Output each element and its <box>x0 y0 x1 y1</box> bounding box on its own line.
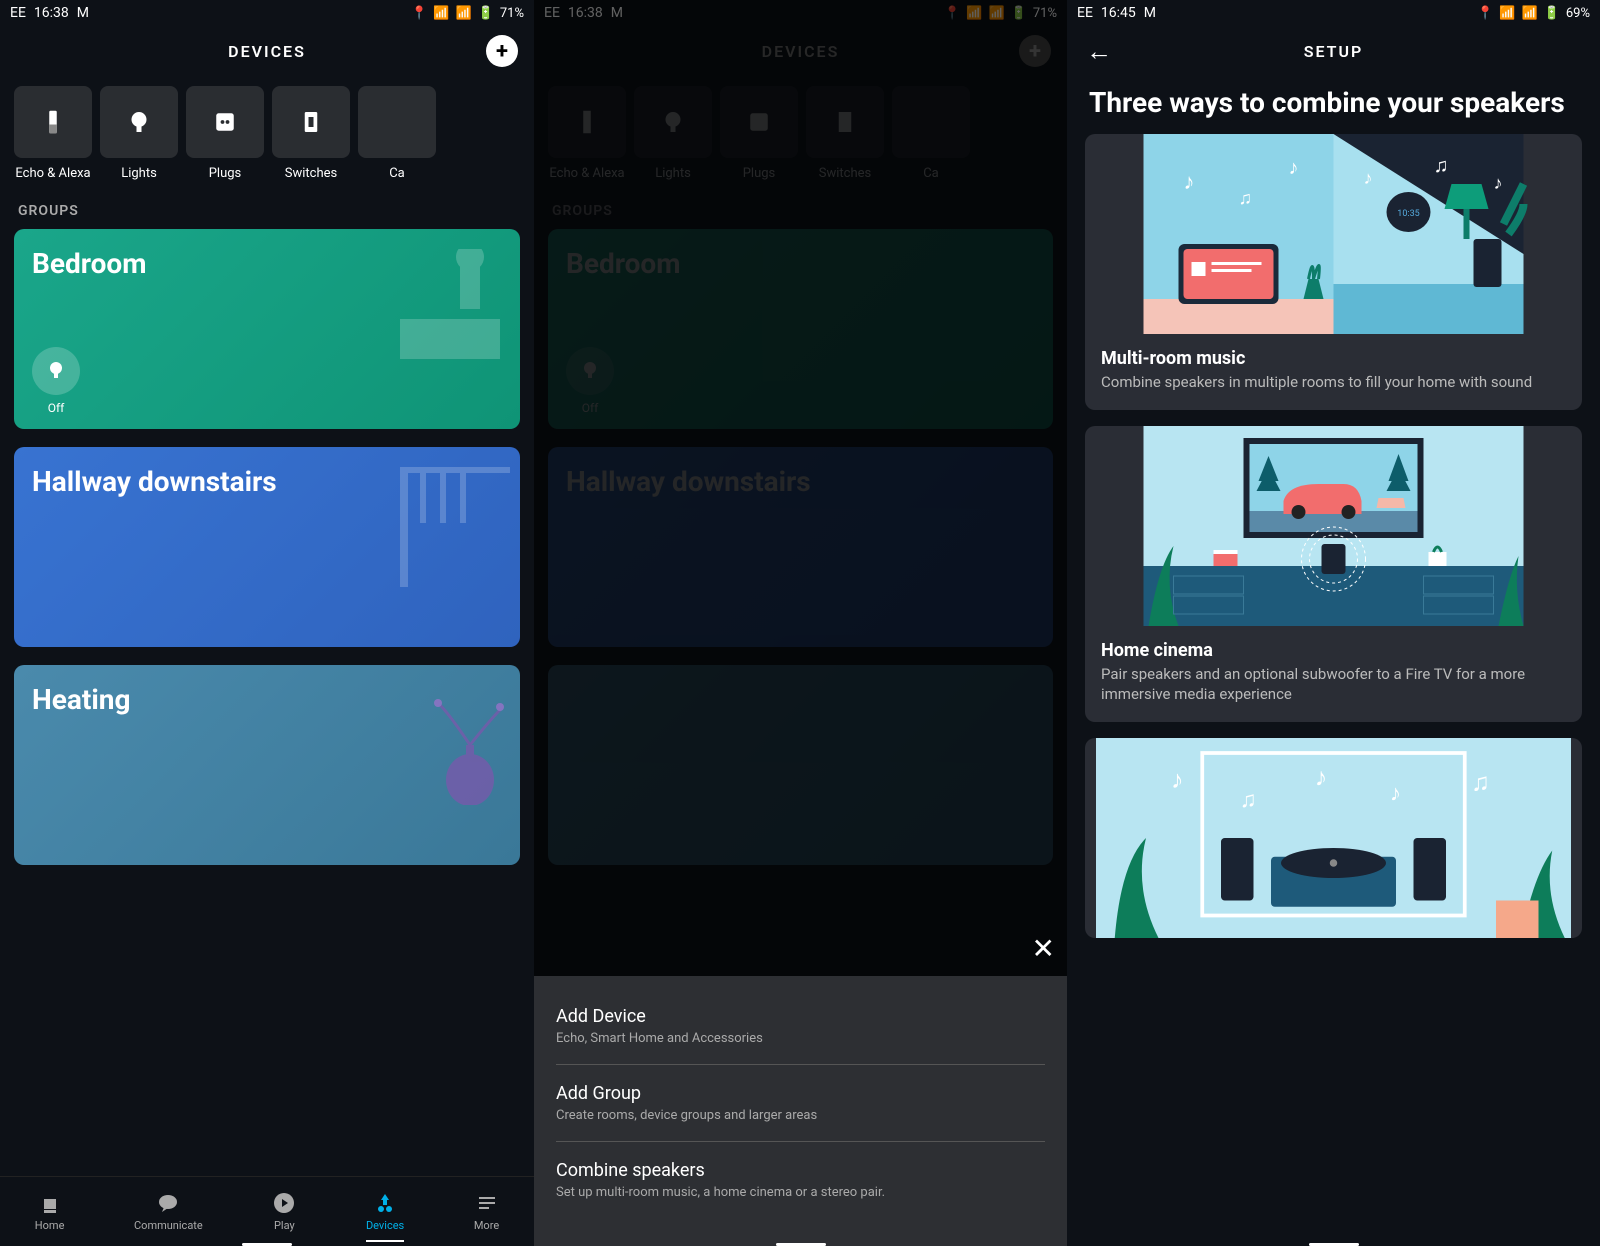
status-time: 16:38 <box>34 5 69 21</box>
category-label: Switches <box>285 166 337 181</box>
status-bar: EE16:45M 📍📶📶🔋69% <box>1067 0 1600 26</box>
multiroom-illustration: 10:35 ♪ ♫ ♪ ♪ ♫ ♪ <box>1085 134 1582 334</box>
switch-icon <box>296 107 326 137</box>
nav-play[interactable]: Play <box>272 1191 296 1232</box>
svg-text:♪: ♪ <box>1494 173 1503 194</box>
group-hallway[interactable]: Hallway downstairs <box>14 447 520 647</box>
category-plugs[interactable]: Plugs <box>186 86 264 181</box>
nav-home[interactable]: Home <box>35 1191 65 1232</box>
page-title: DEVICES <box>228 42 306 61</box>
nav-more[interactable]: More <box>474 1191 499 1232</box>
svg-text:♫: ♫ <box>1471 769 1490 798</box>
bulb-icon <box>124 107 154 137</box>
group-bedroom[interactable]: Bedroom Off <box>14 229 520 429</box>
status-bar: EE 16:38 M 📍 📶 📶 🔋 71% <box>0 0 534 26</box>
bulb-toggle[interactable]: Off <box>32 347 80 415</box>
homecinema-illustration <box>1085 426 1582 626</box>
card-multiroom[interactable]: 10:35 ♪ ♫ ♪ ♪ ♫ ♪ Multi-room music Combi… <box>1085 134 1582 411</box>
category-label: Ca <box>389 166 405 181</box>
more-icon <box>475 1191 499 1215</box>
card-desc: Combine speakers in multiple rooms to fi… <box>1101 373 1566 393</box>
wifi-icon: 📶 <box>433 6 449 21</box>
battery-icon: 🔋 <box>478 6 494 21</box>
home-icon <box>38 1191 62 1215</box>
bulb-icon <box>44 359 68 383</box>
svg-text:♪: ♪ <box>1289 155 1299 179</box>
bottom-nav: Home Communicate Play Devices More <box>0 1176 534 1246</box>
svg-text:♫: ♫ <box>1239 188 1253 209</box>
setup-heading: Three ways to combine your speakers <box>1067 76 1600 134</box>
stairs-decor <box>400 467 510 587</box>
card-title: Home cinema <box>1101 640 1566 661</box>
location-icon: 📍 <box>411 6 427 21</box>
gmail-icon: M <box>77 5 89 21</box>
svg-text:♪: ♪ <box>1364 168 1373 189</box>
header: DEVICES + <box>0 26 534 76</box>
stereo-illustration: ♪ ♫ ♪ ♪ ♫ <box>1085 738 1582 938</box>
category-cameras[interactable]: Ca <box>358 86 436 181</box>
category-lights[interactable]: Lights <box>100 86 178 181</box>
category-label: Echo & Alexa <box>15 166 90 181</box>
category-label: Lights <box>121 166 157 181</box>
plug-icon <box>210 107 240 137</box>
sheet-add-group[interactable]: Add Group Create rooms, device groups an… <box>556 1064 1045 1141</box>
card-desc: Pair speakers and an optional subwoofer … <box>1101 665 1566 704</box>
echo-icon <box>38 107 68 137</box>
close-icon[interactable]: ✕ <box>1032 932 1055 965</box>
add-button[interactable]: + <box>486 35 518 67</box>
page-title: SETUP <box>1304 42 1364 61</box>
gmail-icon: M <box>1144 5 1156 21</box>
group-heating[interactable]: Heating <box>14 665 520 865</box>
category-switches[interactable]: Switches <box>272 86 350 181</box>
sheet-combine-speakers[interactable]: Combine speakers Set up multi-room music… <box>556 1141 1045 1218</box>
carrier: EE <box>10 5 26 21</box>
battery-pct: 71% <box>500 6 524 21</box>
svg-text:♪: ♪ <box>1184 170 1195 195</box>
signal-icon: 📶 <box>455 6 471 21</box>
nav-devices[interactable]: Devices <box>366 1191 404 1232</box>
card-stereo[interactable]: ♪ ♫ ♪ ♪ ♫ <box>1085 738 1582 938</box>
card-homecinema[interactable]: Home cinema Pair speakers and an optiona… <box>1085 426 1582 722</box>
bedroom-decor <box>390 249 510 369</box>
screen-devices: EE 16:38 M 📍 📶 📶 🔋 71% DEVICES + Echo & … <box>0 0 534 1246</box>
vase-decor <box>410 685 510 805</box>
svg-text:♪: ♪ <box>1315 764 1328 793</box>
svg-text:♫: ♫ <box>1434 153 1449 177</box>
back-button[interactable]: ← <box>1083 35 1115 67</box>
svg-text:♫: ♫ <box>1240 787 1257 813</box>
svg-text:♪: ♪ <box>1390 781 1401 807</box>
devices-icon <box>373 1191 397 1215</box>
svg-text:♪: ♪ <box>1171 766 1184 795</box>
nav-communicate[interactable]: Communicate <box>134 1191 203 1232</box>
play-icon <box>272 1191 296 1215</box>
groups-heading: GROUPS <box>0 187 534 229</box>
bulb-state: Off <box>48 401 65 415</box>
svg-text:10:35: 10:35 <box>1397 209 1419 219</box>
sheet-add-device[interactable]: Add Device Echo, Smart Home and Accessor… <box>556 988 1045 1064</box>
category-label: Plugs <box>209 166 242 181</box>
category-echo[interactable]: Echo & Alexa <box>14 86 92 181</box>
card-title: Multi-room music <box>1101 348 1566 369</box>
chat-icon <box>156 1191 180 1215</box>
categories-row: Echo & Alexa Lights Plugs Switches Ca <box>0 76 534 187</box>
screen-setup: EE16:45M 📍📶📶🔋69% ← SETUP Three ways to c… <box>1067 0 1600 1246</box>
screen-devices-sheet: EE16:38M 📍📶📶🔋71% DEVICES+ Echo & Alexa L… <box>534 0 1067 1246</box>
bottom-sheet: ✕ Add Device Echo, Smart Home and Access… <box>534 976 1067 1246</box>
